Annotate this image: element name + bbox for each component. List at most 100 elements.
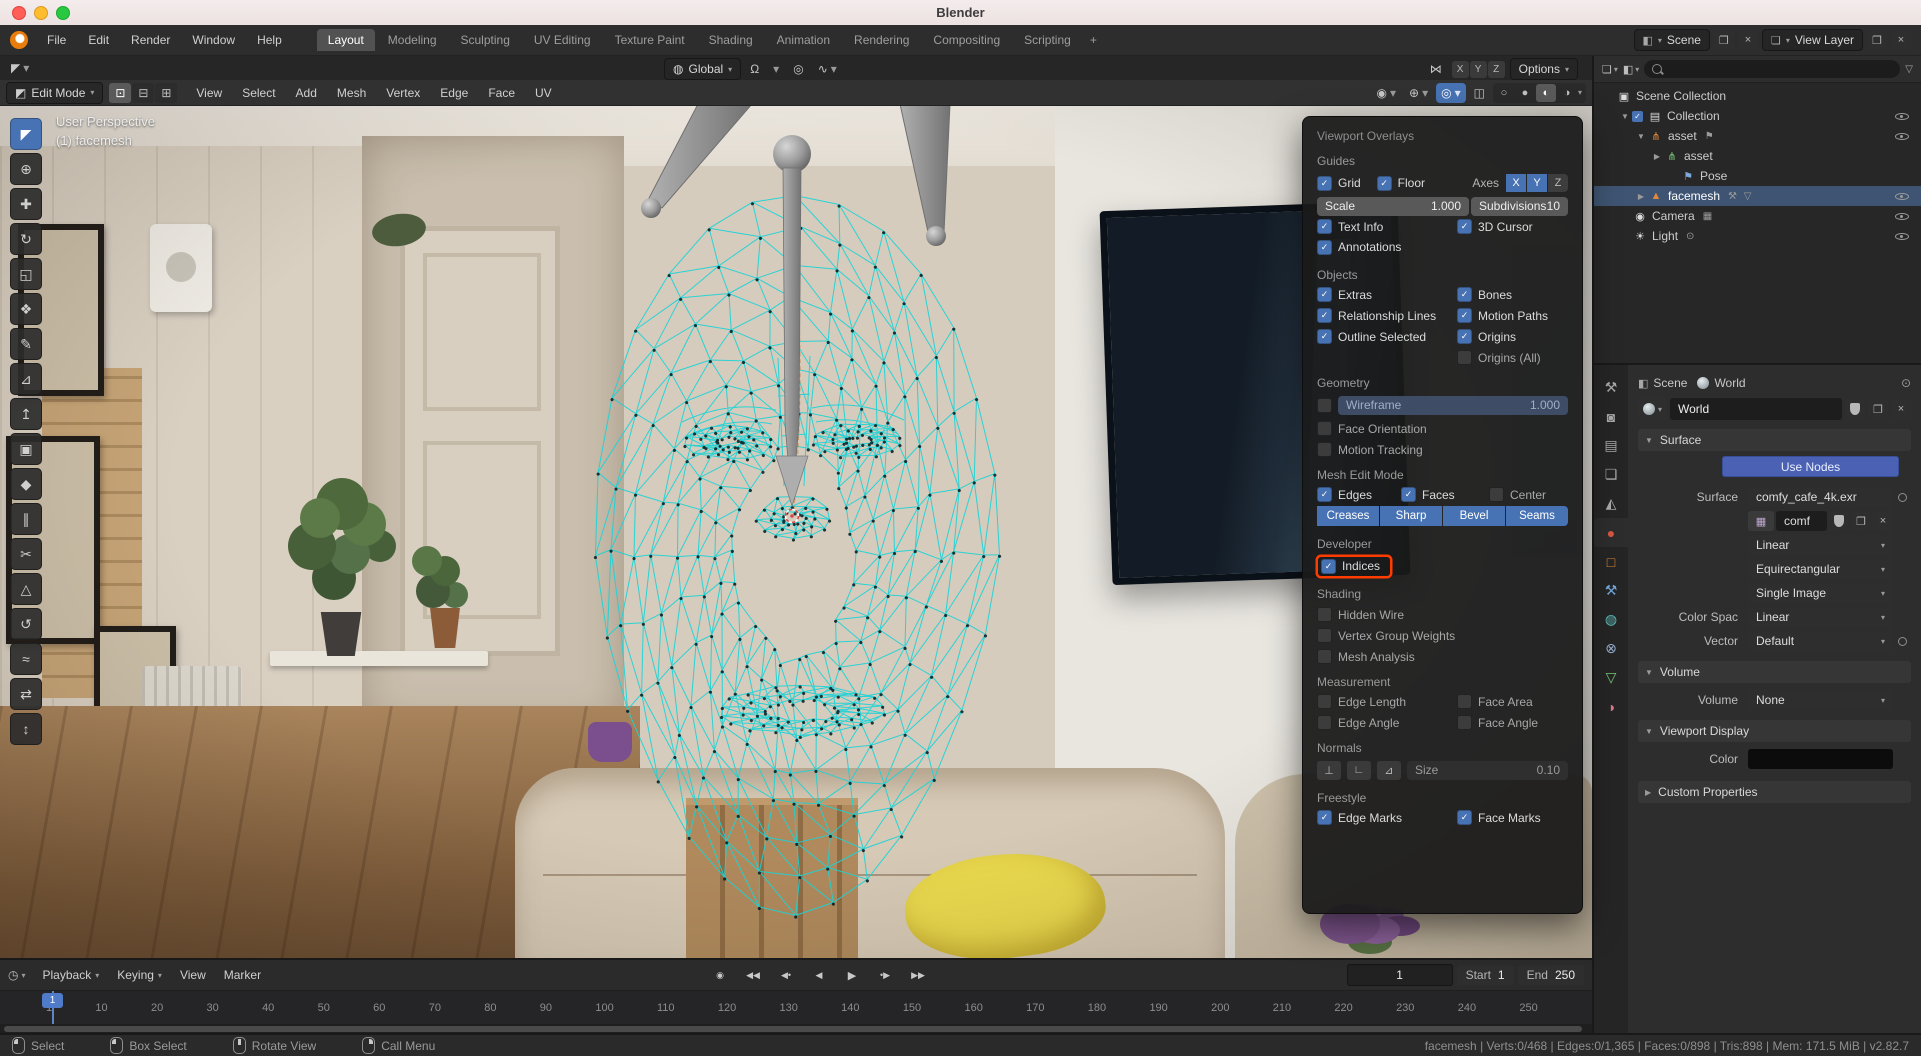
- tool-options-dropdown[interactable]: Options ▾: [1510, 58, 1578, 80]
- timeline-menu[interactable]: Keying ▾: [110, 966, 169, 984]
- viewport-color-swatch[interactable]: [1748, 749, 1893, 769]
- shading-wireframe-button[interactable]: ○: [1494, 84, 1514, 102]
- visibility-eye-icon[interactable]: [1895, 110, 1909, 123]
- world-name-field[interactable]: World: [1670, 398, 1842, 420]
- edge-mark-button[interactable]: Sharp: [1380, 506, 1442, 526]
- overlay-checkbox[interactable]: 3D Cursor: [1457, 219, 1568, 234]
- viewport-menu[interactable]: Vertex: [377, 83, 429, 103]
- menubar-item[interactable]: Help: [248, 30, 291, 50]
- transport-previous-keyframe[interactable]: ◀•: [771, 965, 801, 985]
- outliner-row[interactable]: ◉ Camera ▦: [1594, 206, 1921, 226]
- playhead[interactable]: 1: [42, 991, 64, 1025]
- workspace-tab[interactable]: Rendering: [843, 29, 920, 51]
- editor-type-button[interactable]: ❏ ▾: [1602, 63, 1618, 76]
- overlay-checkbox[interactable]: Relationship Lines: [1317, 308, 1457, 323]
- workspace-tab[interactable]: Animation: [766, 29, 841, 51]
- outliner-row[interactable]: ☀ Light ⊙: [1594, 226, 1921, 246]
- image-datablock-icon[interactable]: ▦: [1748, 511, 1774, 531]
- blender-logo-icon[interactable]: [10, 31, 28, 49]
- properties-tab-constraints[interactable]: ⊗: [1594, 634, 1628, 663]
- tool-edge-slide[interactable]: ⇄: [10, 678, 42, 710]
- viewport-menu[interactable]: Face: [479, 83, 524, 103]
- tool-measure[interactable]: ⊿: [10, 363, 42, 395]
- menubar-item[interactable]: Render: [122, 30, 179, 50]
- tool-annotate[interactable]: ✎: [10, 328, 42, 360]
- property-widget[interactable]: ▦ comfy_cafe_4k.exr ▾ ❐ ×: [1748, 487, 1893, 507]
- editor-type-button[interactable]: ◷ ▾: [8, 968, 26, 982]
- workspace-tab[interactable]: Shading: [698, 29, 764, 51]
- workspace-tab[interactable]: Scripting: [1013, 29, 1082, 51]
- outliner-row[interactable]: ▼ ▤ Collection: [1594, 106, 1921, 126]
- workspace-tab[interactable]: Texture Paint: [604, 29, 696, 51]
- display-mode-button[interactable]: ◧ ▾: [1623, 63, 1639, 76]
- properties-tab-view-layer[interactable]: ❏: [1594, 460, 1628, 489]
- copy-button[interactable]: ❐: [1851, 511, 1871, 531]
- tool-knife[interactable]: ✂: [10, 538, 42, 570]
- tool-poly-build[interactable]: △: [10, 573, 42, 605]
- overlay-checkbox[interactable]: Face Area: [1457, 694, 1568, 709]
- grid-checkbox[interactable]: Grid: [1317, 176, 1361, 191]
- properties-tab-object[interactable]: □: [1594, 547, 1628, 576]
- mirror-axis-toggle[interactable]: Z: [1488, 61, 1505, 78]
- property-widget[interactable]: ▦ Linear ▾ ❐ ×: [1748, 535, 1893, 555]
- indices-checkbox[interactable]: Indices: [1318, 557, 1390, 576]
- gizmos-dropdown[interactable]: ⊕ ▾: [1404, 83, 1433, 103]
- minimize-window-button[interactable]: [34, 6, 48, 20]
- mirror-axis-toggle[interactable]: X: [1452, 61, 1469, 78]
- shading-material-button[interactable]: ◐: [1536, 84, 1556, 102]
- vertex-normals-button[interactable]: ⊥: [1317, 761, 1341, 780]
- visibility-eye-icon[interactable]: [1895, 210, 1909, 223]
- visibility-eye-icon[interactable]: [1895, 230, 1909, 243]
- tool-cursor-3d[interactable]: ⊕: [10, 153, 42, 185]
- visibility-eye-icon[interactable]: [1895, 130, 1909, 143]
- workspace-tab[interactable]: Layout: [317, 29, 375, 51]
- zoom-window-button[interactable]: [56, 6, 70, 20]
- snap-toggle-button[interactable]: Ω: [745, 59, 764, 79]
- transport-next-keyframe[interactable]: •▶: [870, 965, 900, 985]
- shading-solid-button[interactable]: ●: [1515, 84, 1535, 102]
- overlay-checkbox[interactable]: Hidden Wire: [1317, 607, 1568, 622]
- transform-orientation-dropdown[interactable]: ◍ Global ▾: [664, 58, 741, 80]
- viewport-display-section-header[interactable]: ▼ Viewport Display: [1638, 720, 1911, 742]
- overlay-checkbox[interactable]: Face Angle: [1457, 715, 1568, 730]
- transport-record[interactable]: ◉: [705, 965, 735, 985]
- custom-properties-section-header[interactable]: ▶ Custom Properties: [1638, 781, 1911, 803]
- normals-size-slider[interactable]: Size0.10: [1407, 761, 1568, 780]
- overlay-checkbox[interactable]: Center: [1489, 487, 1568, 502]
- animate-dot[interactable]: [1898, 637, 1907, 646]
- disclosure-arrow-icon[interactable]: ▶: [1650, 152, 1664, 161]
- proportional-editing-button[interactable]: ◎: [788, 59, 808, 79]
- world-browse-button[interactable]: ▾: [1638, 398, 1667, 420]
- xray-toggle-button[interactable]: ◫: [1469, 83, 1490, 103]
- transport-jump-to-end[interactable]: ▶▶: [903, 965, 933, 985]
- breadcrumb-world[interactable]: World: [1697, 376, 1745, 390]
- overlay-checkbox[interactable]: Origins: [1457, 329, 1568, 344]
- axis-toggle[interactable]: Z: [1548, 174, 1568, 192]
- viewport-menu[interactable]: Select: [233, 83, 284, 103]
- snap-settings-dropdown[interactable]: ▾: [768, 59, 784, 79]
- pin-icon[interactable]: ⊙: [1901, 376, 1911, 390]
- overlay-checkbox[interactable]: Face Marks: [1457, 810, 1568, 825]
- viewport-menu[interactable]: UV: [526, 83, 561, 103]
- outliner-row[interactable]: ⚑ Pose: [1594, 166, 1921, 186]
- viewport-menu[interactable]: Add: [287, 83, 326, 103]
- axis-toggle[interactable]: X: [1506, 174, 1526, 192]
- overlay-checkbox[interactable]: Text Info: [1317, 219, 1457, 234]
- edge-mark-button[interactable]: Creases: [1317, 506, 1379, 526]
- end-frame-field[interactable]: End 250: [1518, 965, 1584, 985]
- mirror-axis-toggle[interactable]: Y: [1470, 61, 1487, 78]
- properties-tab-world[interactable]: ●: [1594, 518, 1628, 547]
- timeline-menu[interactable]: Marker ▾: [217, 966, 268, 984]
- delete-scene-button[interactable]: ×: [1738, 30, 1758, 50]
- surface-section-header[interactable]: ▼ Surface: [1638, 429, 1911, 451]
- add-view-layer-button[interactable]: ❐: [1867, 30, 1887, 50]
- collection-checkbox[interactable]: [1632, 111, 1643, 122]
- properties-tab-physics[interactable]: ◍: [1594, 605, 1628, 634]
- timeline-ruler[interactable]: 1102030405060708090100110120130140150160…: [0, 990, 1592, 1025]
- tool-spin[interactable]: ↺: [10, 608, 42, 640]
- timeline-menu[interactable]: Playback ▾: [36, 966, 107, 984]
- tool-inset-faces[interactable]: ▣: [10, 433, 42, 465]
- remove-view-layer-button[interactable]: ×: [1891, 30, 1911, 50]
- view-layer-selector[interactable]: ❏ ▾ View Layer: [1762, 29, 1863, 51]
- new-scene-button[interactable]: ❐: [1714, 30, 1734, 50]
